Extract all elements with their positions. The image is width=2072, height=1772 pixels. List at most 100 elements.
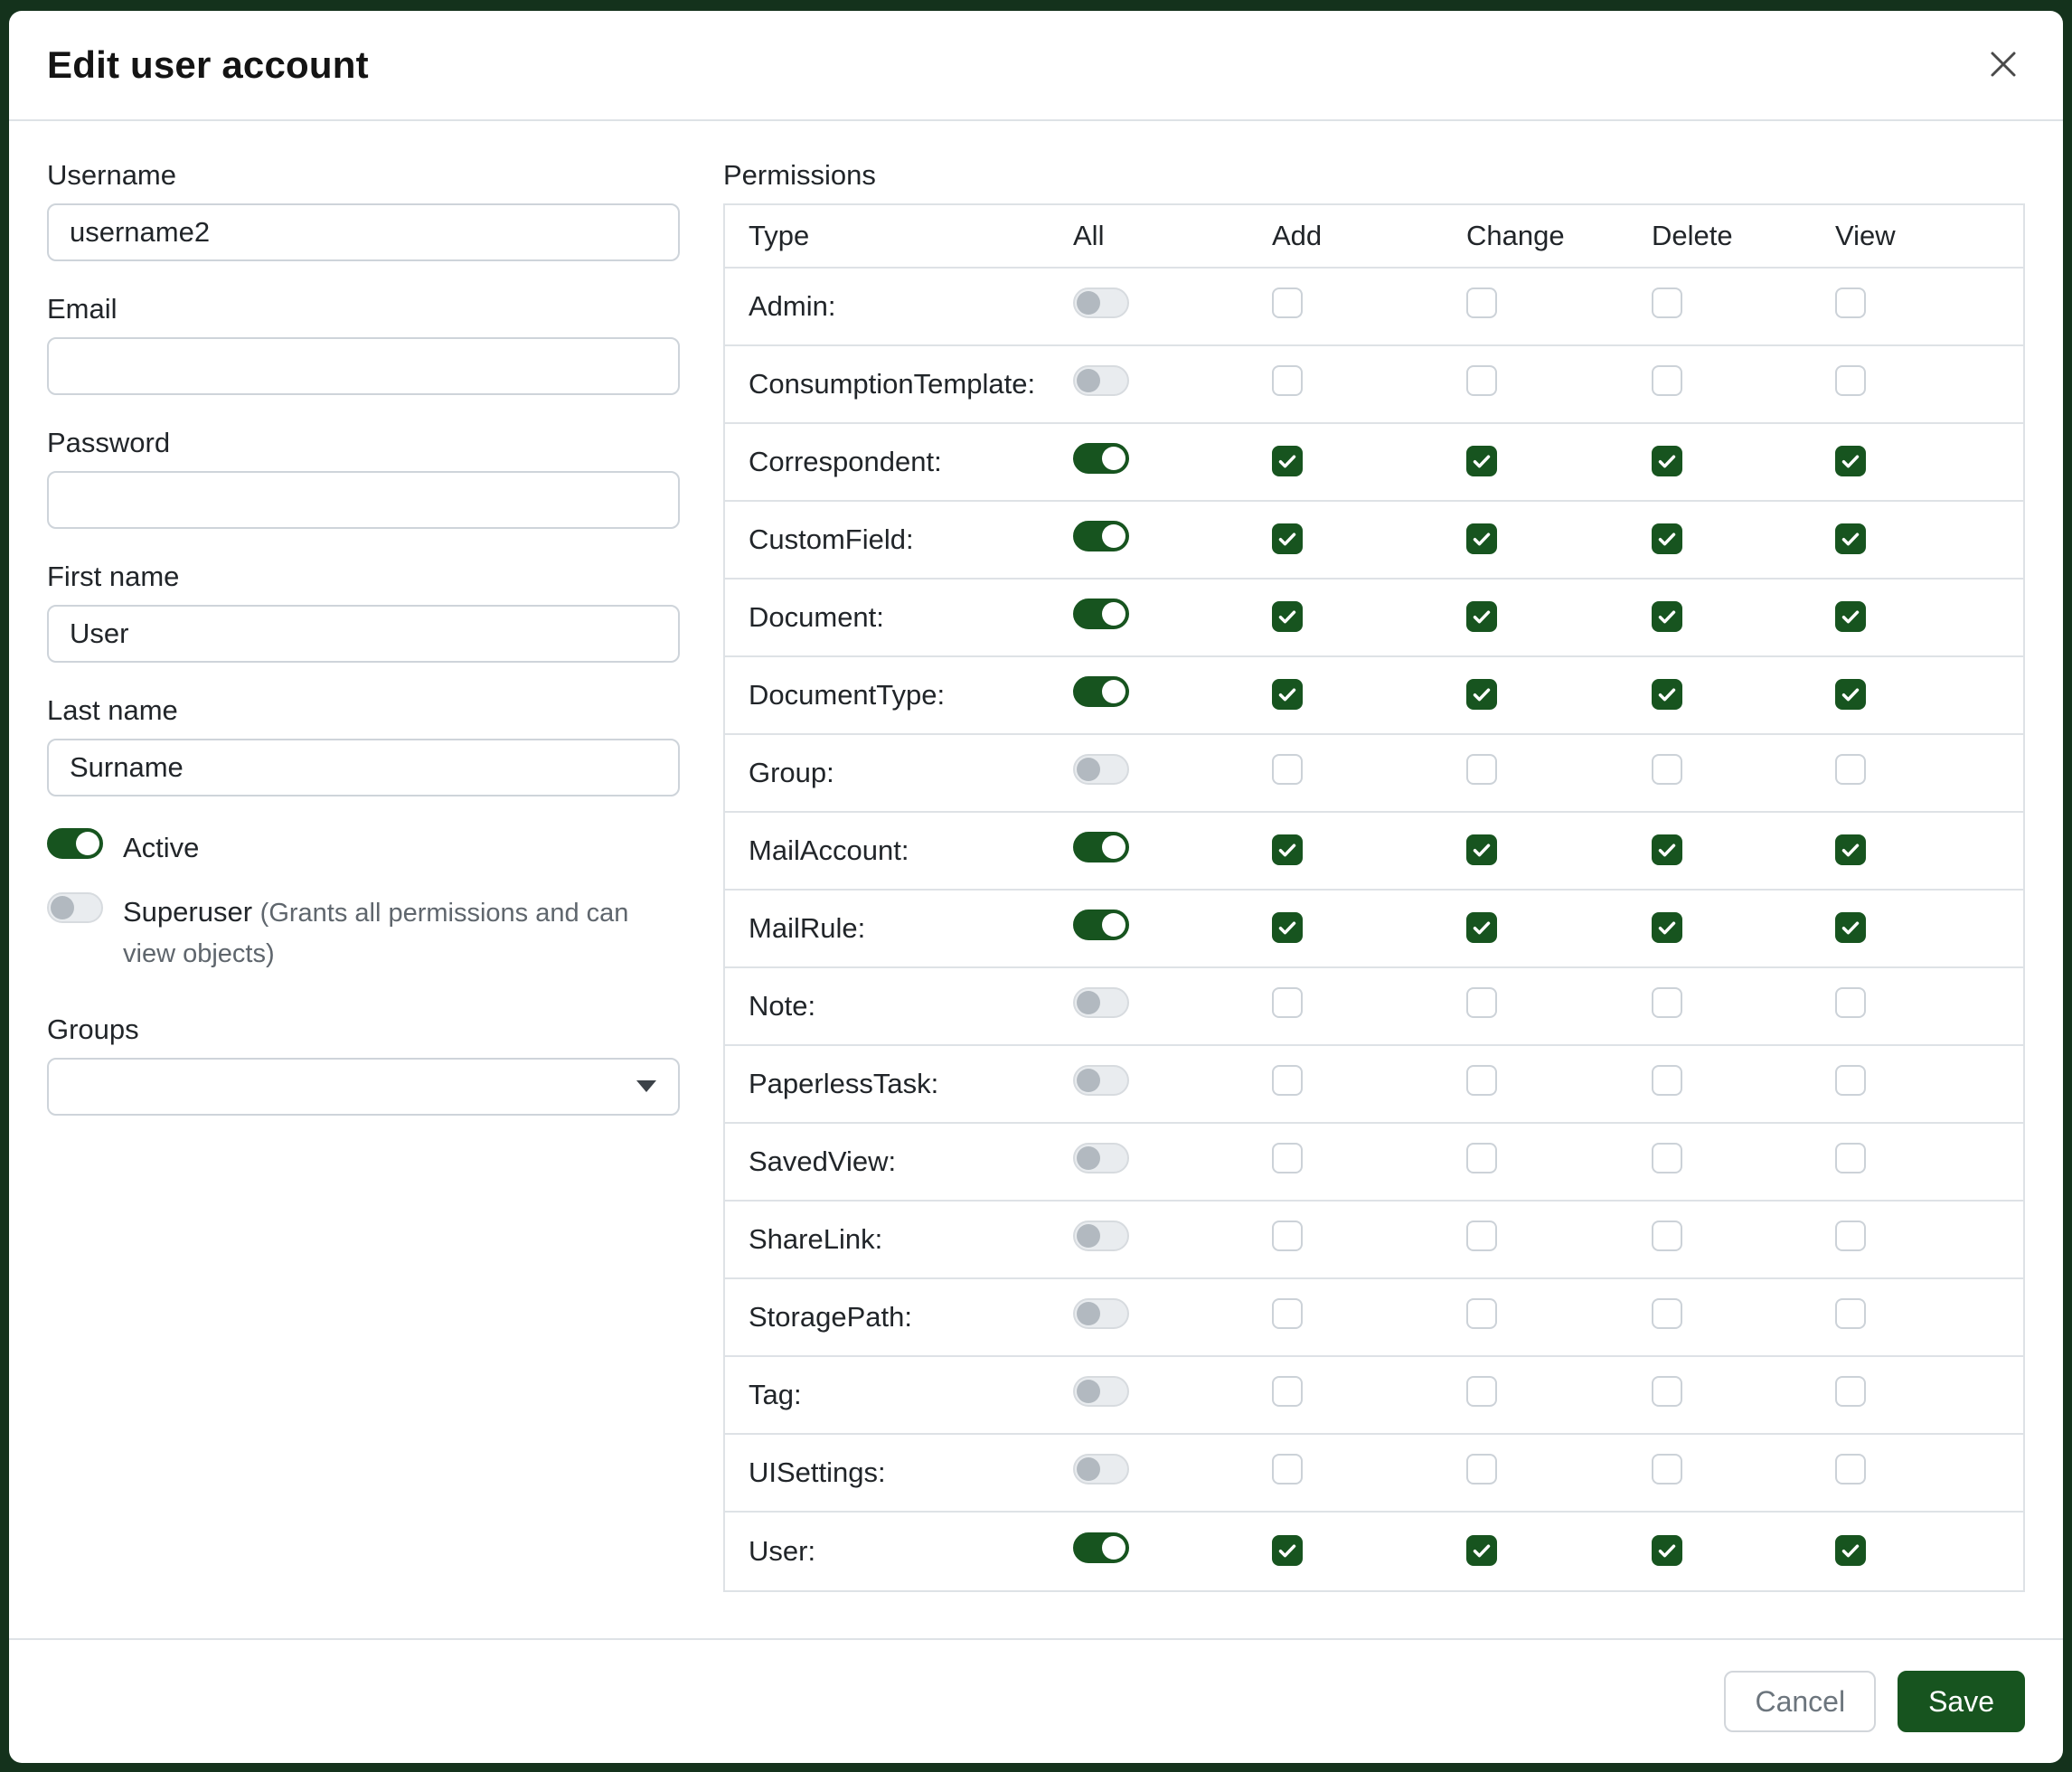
delete-checkbox[interactable]	[1652, 1454, 1682, 1485]
superuser-toggle[interactable]	[47, 892, 103, 923]
change-checkbox[interactable]	[1466, 1298, 1497, 1329]
delete-checkbox[interactable]	[1652, 523, 1682, 554]
view-checkbox[interactable]	[1835, 679, 1866, 710]
delete-checkbox[interactable]	[1652, 601, 1682, 632]
view-checkbox[interactable]	[1835, 1376, 1866, 1407]
password-input[interactable]	[47, 471, 680, 529]
view-checkbox[interactable]	[1835, 1221, 1866, 1251]
all-toggle[interactable]	[1073, 1532, 1129, 1563]
all-toggle[interactable]	[1073, 599, 1129, 629]
view-checkbox[interactable]	[1835, 987, 1866, 1018]
add-checkbox[interactable]	[1272, 912, 1303, 943]
superuser-row: Superuser (Grants all permissions and ca…	[47, 892, 680, 974]
view-checkbox[interactable]	[1835, 754, 1866, 785]
all-toggle[interactable]	[1073, 1298, 1129, 1329]
change-checkbox[interactable]	[1466, 987, 1497, 1018]
change-checkbox[interactable]	[1466, 912, 1497, 943]
delete-checkbox[interactable]	[1652, 1143, 1682, 1173]
all-toggle[interactable]	[1073, 287, 1129, 318]
all-toggle[interactable]	[1073, 365, 1129, 396]
delete-checkbox[interactable]	[1652, 1065, 1682, 1096]
delete-checkbox[interactable]	[1652, 754, 1682, 785]
add-checkbox[interactable]	[1272, 1143, 1303, 1173]
all-toggle[interactable]	[1073, 832, 1129, 862]
view-checkbox[interactable]	[1835, 523, 1866, 554]
username-input[interactable]	[47, 203, 680, 261]
change-checkbox[interactable]	[1466, 679, 1497, 710]
add-checkbox[interactable]	[1272, 1298, 1303, 1329]
change-checkbox[interactable]	[1466, 1535, 1497, 1566]
view-checkbox[interactable]	[1835, 287, 1866, 318]
close-icon	[1984, 45, 2022, 86]
add-checkbox[interactable]	[1272, 446, 1303, 476]
delete-checkbox[interactable]	[1652, 1221, 1682, 1251]
add-checkbox[interactable]	[1272, 601, 1303, 632]
change-checkbox[interactable]	[1466, 834, 1497, 865]
add-checkbox[interactable]	[1272, 287, 1303, 318]
add-checkbox[interactable]	[1272, 679, 1303, 710]
save-button[interactable]: Save	[1898, 1671, 2025, 1732]
cancel-button[interactable]: Cancel	[1724, 1671, 1876, 1732]
all-toggle[interactable]	[1073, 1065, 1129, 1096]
check-icon	[1471, 528, 1493, 550]
add-checkbox[interactable]	[1272, 1221, 1303, 1251]
add-checkbox[interactable]	[1272, 987, 1303, 1018]
add-checkbox[interactable]	[1272, 754, 1303, 785]
view-checkbox[interactable]	[1835, 1065, 1866, 1096]
change-checkbox[interactable]	[1466, 1376, 1497, 1407]
add-checkbox[interactable]	[1272, 523, 1303, 554]
delete-checkbox[interactable]	[1652, 287, 1682, 318]
change-checkbox[interactable]	[1466, 1143, 1497, 1173]
view-checkbox[interactable]	[1835, 834, 1866, 865]
change-checkbox[interactable]	[1466, 601, 1497, 632]
view-checkbox[interactable]	[1835, 601, 1866, 632]
change-checkbox[interactable]	[1466, 1221, 1497, 1251]
view-checkbox[interactable]	[1835, 365, 1866, 396]
delete-checkbox[interactable]	[1652, 679, 1682, 710]
all-toggle[interactable]	[1073, 676, 1129, 707]
last-name-input[interactable]	[47, 739, 680, 796]
delete-checkbox[interactable]	[1652, 912, 1682, 943]
all-toggle[interactable]	[1073, 1221, 1129, 1251]
change-checkbox[interactable]	[1466, 1454, 1497, 1485]
delete-checkbox[interactable]	[1652, 1298, 1682, 1329]
add-checkbox[interactable]	[1272, 365, 1303, 396]
delete-checkbox[interactable]	[1652, 1535, 1682, 1566]
add-checkbox[interactable]	[1272, 1065, 1303, 1096]
view-checkbox[interactable]	[1835, 1454, 1866, 1485]
check-icon	[1840, 917, 1861, 938]
delete-checkbox[interactable]	[1652, 1376, 1682, 1407]
delete-checkbox[interactable]	[1652, 365, 1682, 396]
all-toggle[interactable]	[1073, 1143, 1129, 1173]
change-checkbox[interactable]	[1466, 523, 1497, 554]
delete-checkbox[interactable]	[1652, 834, 1682, 865]
change-checkbox[interactable]	[1466, 446, 1497, 476]
active-toggle[interactable]	[47, 828, 103, 859]
all-toggle[interactable]	[1073, 754, 1129, 785]
change-checkbox[interactable]	[1466, 365, 1497, 396]
add-checkbox[interactable]	[1272, 1454, 1303, 1485]
all-toggle[interactable]	[1073, 443, 1129, 474]
view-checkbox[interactable]	[1835, 1535, 1866, 1566]
first-name-input[interactable]	[47, 605, 680, 663]
view-checkbox[interactable]	[1835, 446, 1866, 476]
add-checkbox[interactable]	[1272, 1535, 1303, 1566]
view-checkbox[interactable]	[1835, 912, 1866, 943]
delete-checkbox[interactable]	[1652, 987, 1682, 1018]
change-checkbox[interactable]	[1466, 1065, 1497, 1096]
all-toggle[interactable]	[1073, 910, 1129, 940]
view-checkbox[interactable]	[1835, 1143, 1866, 1173]
all-toggle[interactable]	[1073, 1454, 1129, 1485]
view-checkbox[interactable]	[1835, 1298, 1866, 1329]
groups-select[interactable]	[47, 1058, 680, 1116]
all-toggle[interactable]	[1073, 1376, 1129, 1407]
change-checkbox[interactable]	[1466, 754, 1497, 785]
close-button[interactable]	[1982, 43, 2025, 87]
delete-checkbox[interactable]	[1652, 446, 1682, 476]
email-input[interactable]	[47, 337, 680, 395]
change-checkbox[interactable]	[1466, 287, 1497, 318]
all-toggle[interactable]	[1073, 987, 1129, 1018]
all-toggle[interactable]	[1073, 521, 1129, 551]
add-checkbox[interactable]	[1272, 834, 1303, 865]
add-checkbox[interactable]	[1272, 1376, 1303, 1407]
